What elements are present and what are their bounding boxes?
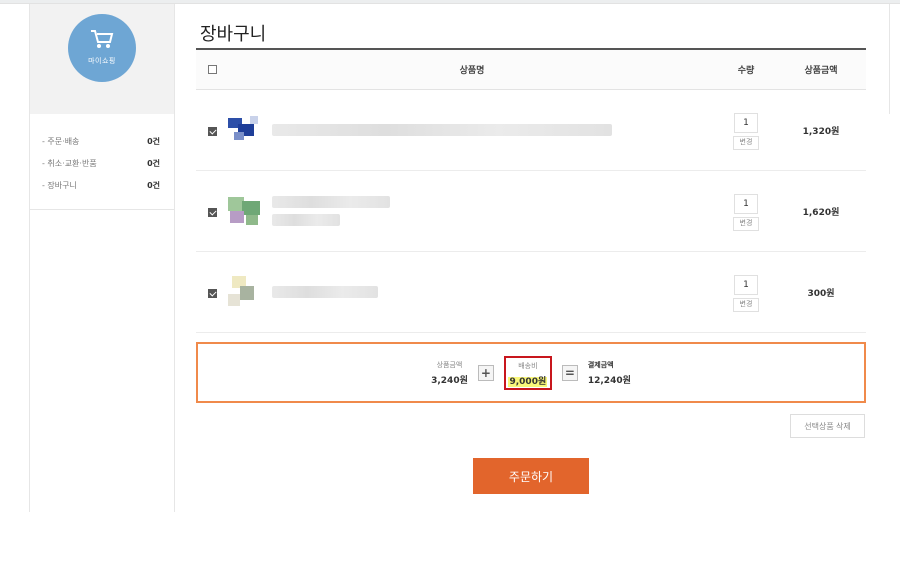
sidebar-menu: - 주문·배송 0건 - 취소·교환·반품 0건 - 장바구니 0건 bbox=[30, 114, 174, 210]
my-shopping-logo[interactable]: 마이쇼핑 bbox=[68, 14, 136, 82]
logo-label: 마이쇼핑 bbox=[88, 57, 116, 65]
sidebar-header: 마이쇼핑 bbox=[30, 4, 174, 114]
quantity-control: 1 변경 bbox=[716, 272, 776, 312]
product-total-label: 상품금액 bbox=[436, 360, 463, 369]
item-price: 300원 bbox=[807, 288, 835, 299]
product-info[interactable] bbox=[228, 112, 716, 148]
sidebar-item-label: - 주문·배송 bbox=[42, 136, 80, 146]
plus-icon: + bbox=[477, 364, 494, 381]
quantity-control: 1 변경 bbox=[716, 191, 776, 231]
product-name-blurred bbox=[272, 196, 390, 226]
quantity-control: 1 변경 bbox=[716, 110, 776, 150]
table-row: 1 변경 1,320원 bbox=[196, 90, 866, 171]
item-price: 1,320원 bbox=[802, 126, 840, 137]
table-header: 상품명 수량 상품금액 bbox=[196, 50, 866, 90]
product-thumbnail[interactable] bbox=[228, 112, 264, 148]
header-product-name: 상품명 bbox=[459, 66, 485, 76]
sidebar-item-count: 0건 bbox=[147, 158, 160, 168]
item-checkbox[interactable] bbox=[208, 207, 217, 217]
quantity-input[interactable]: 1 bbox=[734, 275, 758, 295]
sidebar-item-label: - 취소·교환·반품 bbox=[42, 158, 97, 168]
payment-total: 결제금액 12,240원 bbox=[588, 360, 631, 386]
order-summary: 상품금액 3,240원 + 배송비 9,000원 = 결제금액 12,240원 bbox=[196, 342, 866, 403]
payment-total-label: 결제금액 bbox=[587, 360, 614, 369]
sidebar: 마이쇼핑 - 주문·배송 0건 - 취소·교환·반품 0건 - 장바구니 0건 bbox=[29, 4, 175, 512]
header-quantity: 수량 bbox=[737, 66, 755, 76]
table-row: 1 변경 1,620원 bbox=[196, 171, 866, 252]
item-price: 1,620원 bbox=[802, 207, 840, 218]
cart-table: 상품명 수량 상품금액 1 변경 1,320원 1 변경 1,620원 1 변경… bbox=[196, 48, 866, 333]
product-name-blurred bbox=[272, 124, 612, 136]
change-quantity-button[interactable]: 변경 bbox=[733, 298, 759, 312]
sidebar-item-count: 0건 bbox=[147, 136, 160, 146]
product-info[interactable] bbox=[228, 193, 716, 229]
page-title: 장바구니 bbox=[200, 24, 267, 45]
sidebar-item-count: 0건 bbox=[147, 180, 160, 190]
product-thumbnail[interactable] bbox=[228, 193, 264, 229]
sidebar-item-label: - 장바구니 bbox=[42, 180, 77, 190]
product-name-blurred bbox=[272, 286, 378, 298]
item-checkbox[interactable] bbox=[208, 288, 217, 298]
shipping-fee-label: 배송비 bbox=[518, 361, 538, 370]
equals-icon: = bbox=[561, 364, 578, 381]
product-info[interactable] bbox=[228, 274, 716, 310]
header-price: 상품금액 bbox=[804, 66, 838, 76]
sidebar-item-returns[interactable]: - 취소·교환·반품 0건 bbox=[30, 152, 174, 174]
order-button[interactable]: 주문하기 bbox=[473, 458, 589, 494]
product-thumbnail[interactable] bbox=[228, 274, 264, 310]
payment-total-value: 12,240원 bbox=[587, 375, 631, 386]
change-quantity-button[interactable]: 변경 bbox=[733, 217, 759, 231]
cart-icon bbox=[91, 30, 114, 48]
shipping-fee-value: 9,000원 bbox=[508, 376, 548, 387]
sidebar-item-cart[interactable]: - 장바구니 0건 bbox=[30, 174, 174, 196]
sidebar-item-orders[interactable]: - 주문·배송 0건 bbox=[30, 130, 174, 152]
item-checkbox[interactable] bbox=[208, 126, 217, 136]
quantity-input[interactable]: 1 bbox=[734, 194, 758, 214]
table-row: 1 변경 300원 bbox=[196, 252, 866, 333]
select-all-checkbox[interactable] bbox=[208, 64, 217, 74]
delete-selected-button[interactable]: 선택상품 삭제 bbox=[790, 414, 865, 438]
shipping-fee: 배송비 9,000원 bbox=[503, 355, 552, 390]
product-total: 상품금액 3,240원 bbox=[431, 360, 468, 386]
change-quantity-button[interactable]: 변경 bbox=[733, 136, 759, 150]
quantity-input[interactable]: 1 bbox=[734, 113, 758, 133]
product-total-value: 3,240원 bbox=[431, 375, 468, 386]
scrollbar[interactable] bbox=[889, 4, 900, 114]
